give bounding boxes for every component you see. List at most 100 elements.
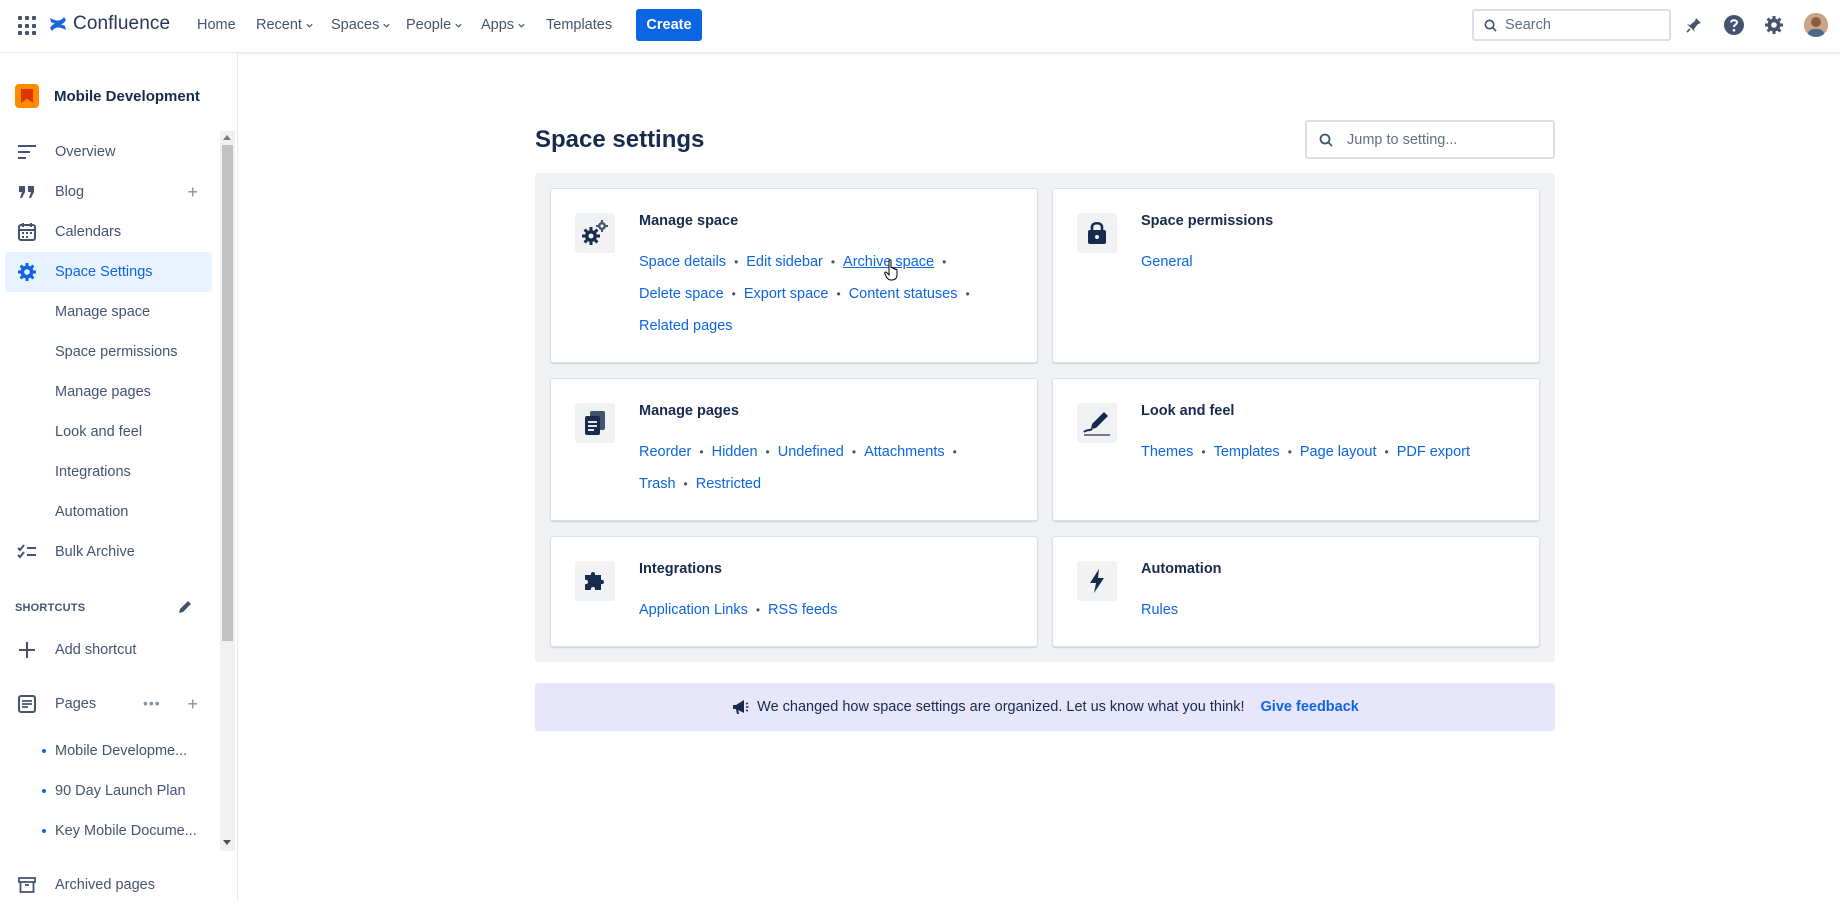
sidebar-item-add-shortcut[interactable]: Add shortcut (5, 630, 212, 670)
notifications-icon[interactable] (1682, 13, 1706, 37)
calendar-icon (15, 220, 39, 244)
page-layout-link[interactable]: Page layout (1300, 444, 1377, 460)
help-icon[interactable] (1722, 13, 1746, 37)
bullet-icon (42, 829, 46, 833)
sidebar-item-label: Space Settings (55, 264, 153, 280)
restricted-link[interactable]: Restricted (696, 476, 761, 492)
page-tree-label: Mobile Developme... (55, 743, 188, 759)
reorder-link[interactable]: Reorder (639, 444, 691, 460)
pages-icon (15, 692, 39, 716)
separator-dot: • (734, 255, 739, 269)
megaphone-icon (733, 700, 749, 714)
edit-sidebar-link[interactable]: Edit sidebar (746, 254, 823, 270)
sidebar-subitem-label: Manage space (55, 304, 151, 320)
search-input[interactable] (1505, 17, 1655, 33)
card-title: Look and feel (1141, 403, 1235, 419)
space-details-link[interactable]: Space details (639, 254, 726, 270)
gear-icon (15, 260, 39, 284)
card-manage-pages: Manage pages Reorder • Hidden • Undefined • At… (550, 378, 1038, 521)
application-links-link[interactable]: Application Links (639, 602, 748, 618)
content-statuses-link[interactable]: Content statuses (849, 286, 958, 302)
sidebar-subitem-label: Automation (55, 504, 129, 520)
attachments-link[interactable]: Attachments (864, 444, 945, 460)
nav-spaces[interactable]: Spaces (331, 17, 391, 33)
nav-home[interactable]: Home (197, 17, 236, 33)
confluence-logo[interactable]: Confluence (48, 13, 170, 35)
nav-apps[interactable]: Apps (481, 17, 526, 33)
rules-link[interactable]: Rules (1141, 602, 1178, 618)
card-automation: Automation Rules (1052, 536, 1540, 647)
sidebar-item-space-settings[interactable]: Space Settings (5, 252, 212, 292)
scroll-up-icon[interactable] (223, 135, 231, 140)
hidden-link[interactable]: Hidden (712, 444, 758, 460)
settings-icon[interactable] (1762, 13, 1786, 37)
card-links: General (1141, 246, 1481, 278)
avatar[interactable] (1804, 13, 1828, 37)
sidebar-item-label: Archived pages (55, 877, 155, 893)
separator-dot: • (1384, 445, 1389, 459)
export-space-link[interactable]: Export space (744, 286, 829, 302)
sidebar-subitem-automation[interactable]: Automation (5, 492, 212, 532)
sidebar-subitem-manage-space[interactable]: Manage space (5, 292, 212, 332)
card-links: Reorder • Hidden • Undefined • Attachments • Tr… (639, 436, 979, 500)
page-tree-item[interactable]: 90 Day Launch Plan (5, 771, 212, 811)
separator-dot: • (755, 603, 761, 617)
card-title: Integrations (639, 561, 722, 577)
add-page-icon[interactable]: + (187, 694, 198, 715)
trash-link[interactable]: Trash (639, 476, 676, 492)
space-header[interactable]: Mobile Development (15, 84, 200, 108)
separator-dot: • (1287, 445, 1292, 459)
sidebar-scrollbar[interactable] (220, 131, 235, 851)
nav-templates[interactable]: Templates (546, 17, 612, 33)
add-blog-icon[interactable]: + (187, 182, 198, 203)
page-tree-item[interactable]: Mobile Developme... (5, 731, 212, 771)
sidebar-subitem-integrations[interactable]: Integrations (5, 452, 212, 492)
sidebar-item-blog[interactable]: Blog + (5, 172, 212, 212)
card-links: Themes • Templates • Page layout • PDF export (1141, 436, 1521, 468)
jump-to-setting-field[interactable] (1305, 120, 1555, 159)
sidebar-item-bulk-archive[interactable]: Bulk Archive (5, 532, 212, 572)
page-tree-label: 90 Day Launch Plan (55, 783, 186, 799)
search-field[interactable] (1472, 9, 1671, 41)
jump-to-setting-input[interactable] (1347, 131, 1537, 148)
space-logo-icon (15, 84, 39, 108)
nav-recent[interactable]: Recent (256, 17, 314, 33)
scrollbar-thumb[interactable] (222, 145, 233, 641)
undefined-link[interactable]: Undefined (778, 444, 844, 460)
sidebar-subitem-look-and-feel[interactable]: Look and feel (5, 412, 212, 452)
sidebar-item-calendars[interactable]: Calendars (5, 212, 212, 252)
nav-people[interactable]: People (406, 17, 463, 33)
card-title: Space permissions (1141, 213, 1274, 229)
separator-dot: • (1201, 445, 1206, 459)
related-pages-link[interactable]: Related pages (639, 318, 733, 334)
nav-recent-label: Recent (256, 17, 302, 33)
pdf-export-link[interactable]: PDF export (1397, 444, 1470, 460)
confluence-logo-icon (50, 17, 66, 31)
puzzle-icon (575, 561, 615, 601)
sidebar-item-pages[interactable]: Pages ••• + (5, 684, 212, 724)
feedback-message: We changed how space settings are organi… (757, 699, 1245, 715)
templates-link[interactable]: Templates (1214, 444, 1280, 460)
sidebar-subitem-space-permissions[interactable]: Space permissions (5, 332, 212, 372)
edit-shortcuts-icon[interactable] (177, 599, 193, 615)
separator-dot: • (851, 445, 857, 459)
sidebar-subitem-label: Space permissions (55, 344, 178, 360)
page-tree-item[interactable]: Key Mobile Docume... (5, 811, 212, 851)
separator-dot: • (942, 255, 947, 269)
app-switcher-icon[interactable] (18, 16, 38, 36)
sidebar-item-archived-pages[interactable]: Archived pages (5, 865, 212, 905)
rss-feeds-link[interactable]: RSS feeds (768, 602, 837, 618)
create-button[interactable]: Create (636, 9, 702, 41)
sidebar-subitem-label: Integrations (55, 464, 131, 480)
themes-link[interactable]: Themes (1141, 444, 1193, 460)
card-title: Automation (1141, 561, 1222, 577)
sidebar-subitem-manage-pages[interactable]: Manage pages (5, 372, 212, 412)
give-feedback-link[interactable]: Give feedback (1261, 699, 1359, 715)
more-icon[interactable]: ••• (143, 695, 161, 711)
general-permissions-link[interactable]: General (1141, 254, 1193, 270)
card-look-and-feel: Look and feel Themes • Templates • Page layo… (1052, 378, 1540, 521)
delete-space-link[interactable]: Delete space (639, 286, 724, 302)
scroll-down-icon[interactable] (223, 840, 231, 845)
nav-home-label: Home (197, 17, 236, 33)
sidebar-item-overview[interactable]: Overview (5, 132, 212, 172)
